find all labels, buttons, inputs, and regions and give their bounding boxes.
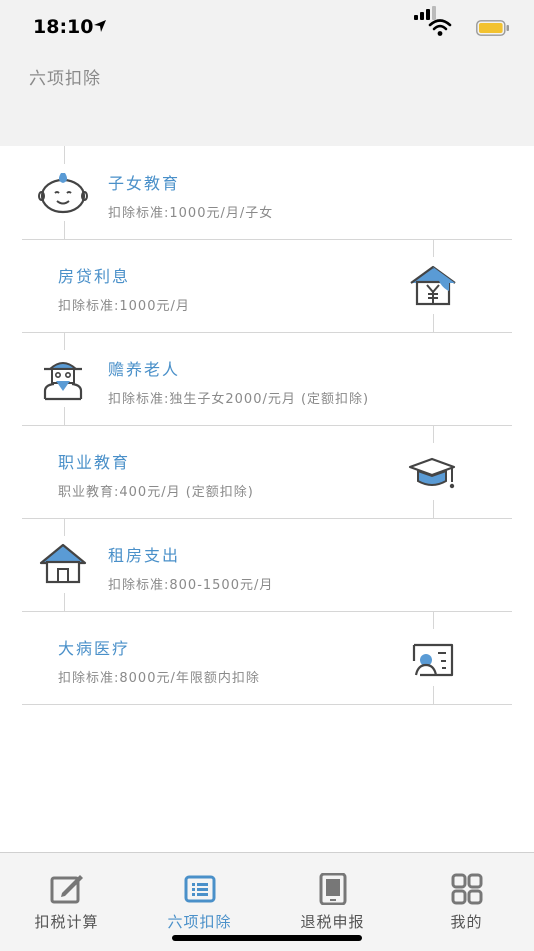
divider <box>64 146 65 164</box>
deduction-item-housing-rent[interactable]: 租房支出 扣除标准:800-1500元/月 <box>22 518 512 612</box>
item-description: 扣除标准:1000元/月 <box>58 299 190 314</box>
house-yuan-icon <box>410 265 456 306</box>
item-title: 大病医疗 <box>58 639 131 658</box>
tab-label: 六项扣除 <box>167 913 232 931</box>
item-description: 扣除标准:8000元/年限额内扣除 <box>58 671 260 686</box>
divider <box>433 239 434 257</box>
tablet-icon <box>319 873 346 905</box>
deduction-item-vocational-education[interactable]: 职业教育 职业教育:400元/月 (定额扣除) <box>22 425 512 519</box>
cellular-signal-icon <box>414 6 436 20</box>
item-description: 扣除标准:800-1500元/月 <box>108 578 274 593</box>
medical-card-icon <box>412 643 454 677</box>
status-bar: 18:10 <box>0 0 534 56</box>
divider <box>433 500 434 518</box>
item-title: 租房支出 <box>108 546 181 565</box>
divider <box>64 332 65 350</box>
deduction-item-child-education[interactable]: 子女教育 扣除标准:1000元/月/子女 <box>22 146 512 240</box>
wifi-icon <box>428 19 452 36</box>
graduation-cap-icon <box>408 457 456 489</box>
divider <box>433 425 434 443</box>
page-title: 六项扣除 <box>29 69 101 89</box>
item-description: 职业教育:400元/月 (定额扣除) <box>58 485 254 500</box>
home-indicator[interactable] <box>172 935 362 941</box>
deduction-item-mortgage-interest[interactable]: 房贷利息 扣除标准:1000元/月 <box>22 239 512 333</box>
deduction-item-serious-illness[interactable]: 大病医疗 扣除标准:8000元/年限额内扣除 <box>22 611 512 705</box>
item-title: 子女教育 <box>108 174 181 193</box>
elder-icon <box>43 362 83 401</box>
battery-icon <box>476 20 509 36</box>
tab-label: 退税申报 <box>300 913 365 931</box>
divider <box>433 686 434 704</box>
item-description: 扣除标准:独生子女2000/元月 (定额扣除) <box>108 392 370 407</box>
house-icon <box>39 543 87 584</box>
divider <box>64 593 65 611</box>
grid-icon <box>451 873 482 905</box>
edit-icon <box>50 875 83 904</box>
divider <box>64 221 65 239</box>
item-title: 房贷利息 <box>58 267 131 286</box>
tab-tax-calculation[interactable]: 扣税计算 <box>0 853 133 951</box>
item-description: 扣除标准:1000元/月/子女 <box>108 206 274 221</box>
tab-mine[interactable]: 我的 <box>400 853 533 951</box>
item-title: 赡养老人 <box>108 360 181 379</box>
child-face-icon <box>38 173 88 214</box>
tab-label: 我的 <box>450 913 483 931</box>
deduction-item-elderly-support[interactable]: 赡养老人 扣除标准:独生子女2000/元月 (定额扣除) <box>22 332 512 426</box>
divider <box>433 314 434 332</box>
tab-label: 扣税计算 <box>34 913 99 931</box>
divider <box>433 611 434 629</box>
status-time: 18:10 <box>33 16 94 38</box>
item-title: 职业教育 <box>58 453 131 472</box>
divider <box>64 518 65 536</box>
list-icon <box>184 875 215 903</box>
page-header: 六项扣除 <box>0 56 534 146</box>
divider <box>64 407 65 425</box>
location-arrow-icon <box>94 20 106 32</box>
